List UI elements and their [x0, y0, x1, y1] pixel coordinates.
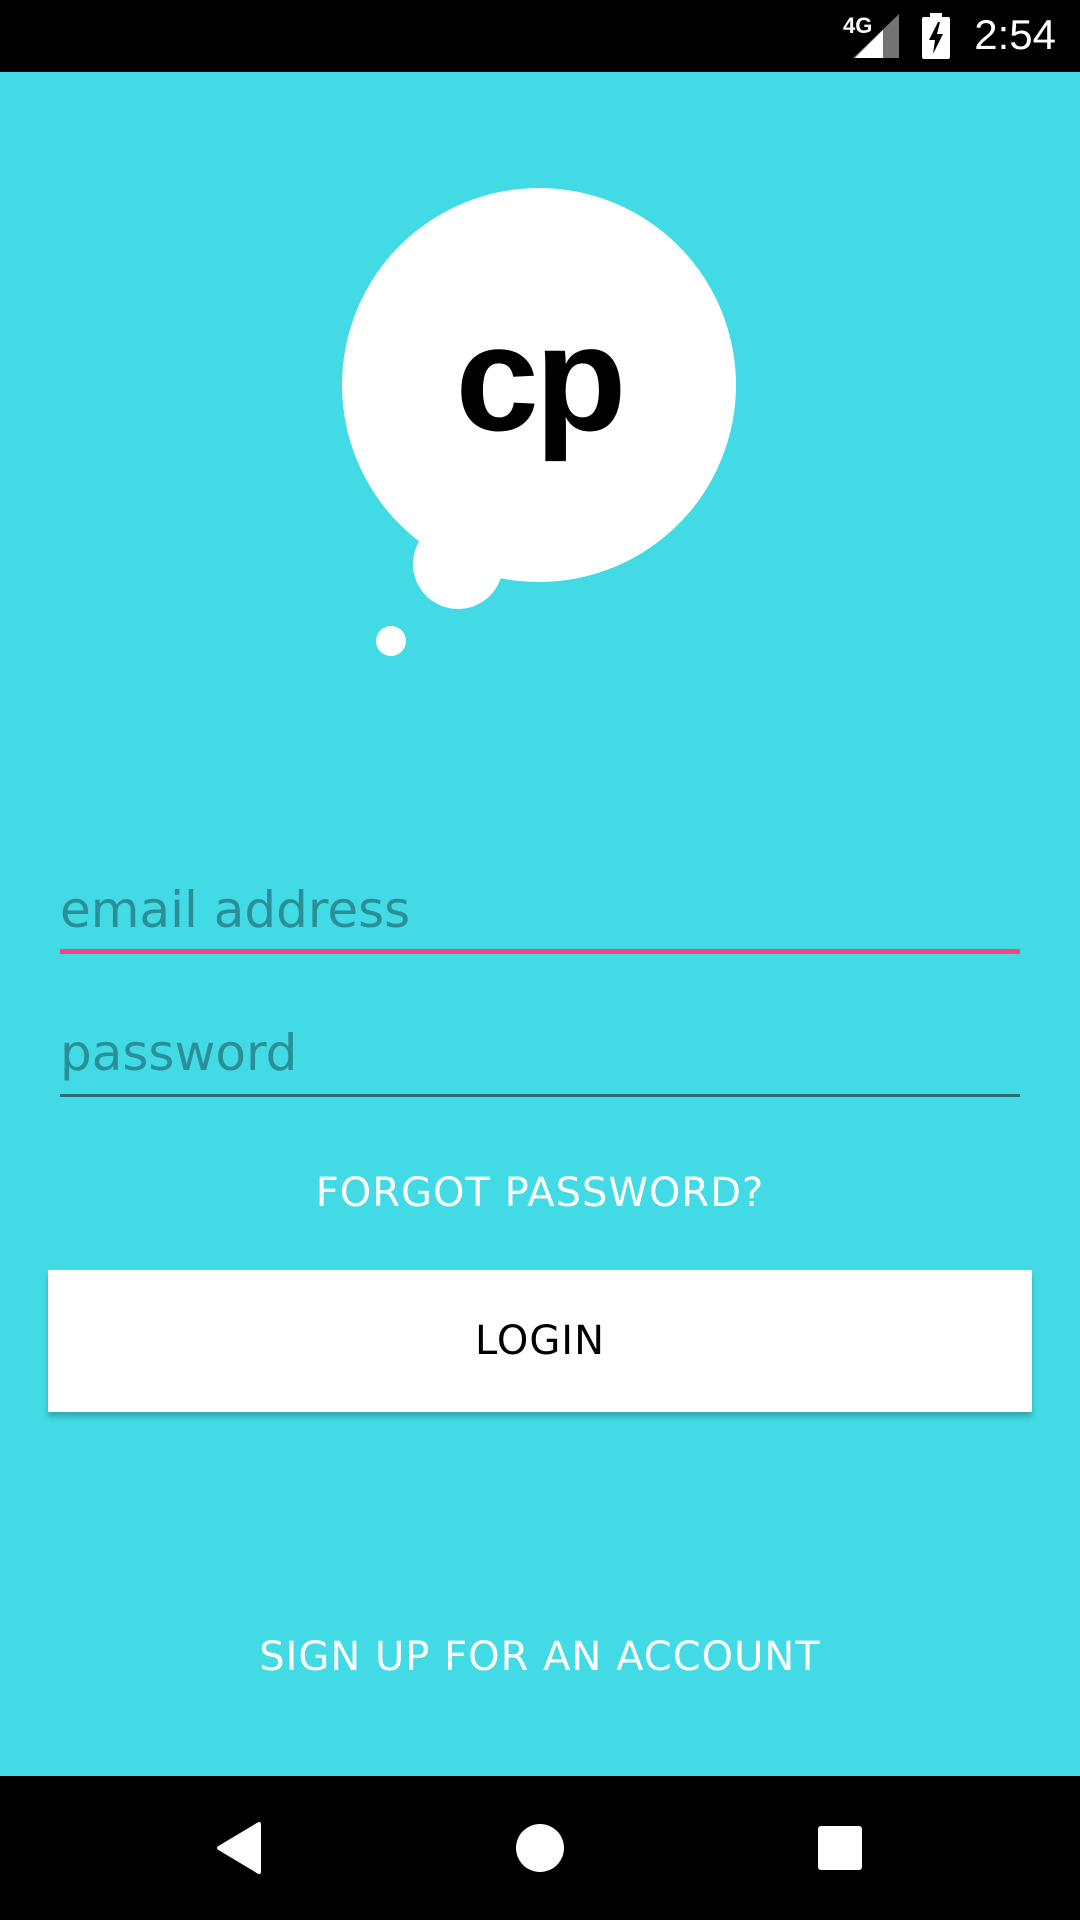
recents-icon — [818, 1826, 862, 1870]
password-field-underline — [60, 1094, 1020, 1097]
email-field[interactable] — [60, 870, 1020, 950]
email-field-container — [60, 870, 1020, 954]
clock: 2:54 — [974, 11, 1056, 58]
password-field[interactable] — [60, 1013, 1020, 1093]
home-icon — [516, 1824, 564, 1872]
password-field-container — [60, 1013, 1020, 1097]
status-bar: 4G 2:54 — [0, 0, 1080, 72]
forgot-password-link[interactable]: FORGOT PASSWORD? — [0, 1170, 1080, 1216]
login-button[interactable]: LOGIN — [48, 1270, 1032, 1412]
navigation-bar — [0, 1776, 1080, 1920]
email-field-underline — [60, 949, 1020, 954]
back-button[interactable] — [180, 1776, 300, 1920]
home-button[interactable] — [480, 1776, 600, 1920]
signal-icon — [853, 14, 899, 58]
battery-charging-icon — [922, 13, 950, 59]
back-icon — [217, 1822, 261, 1874]
logo-text: cp — [455, 294, 626, 462]
recents-button[interactable] — [780, 1776, 900, 1920]
signup-link[interactable]: SIGN UP FOR AN ACCOUNT — [0, 1634, 1080, 1680]
